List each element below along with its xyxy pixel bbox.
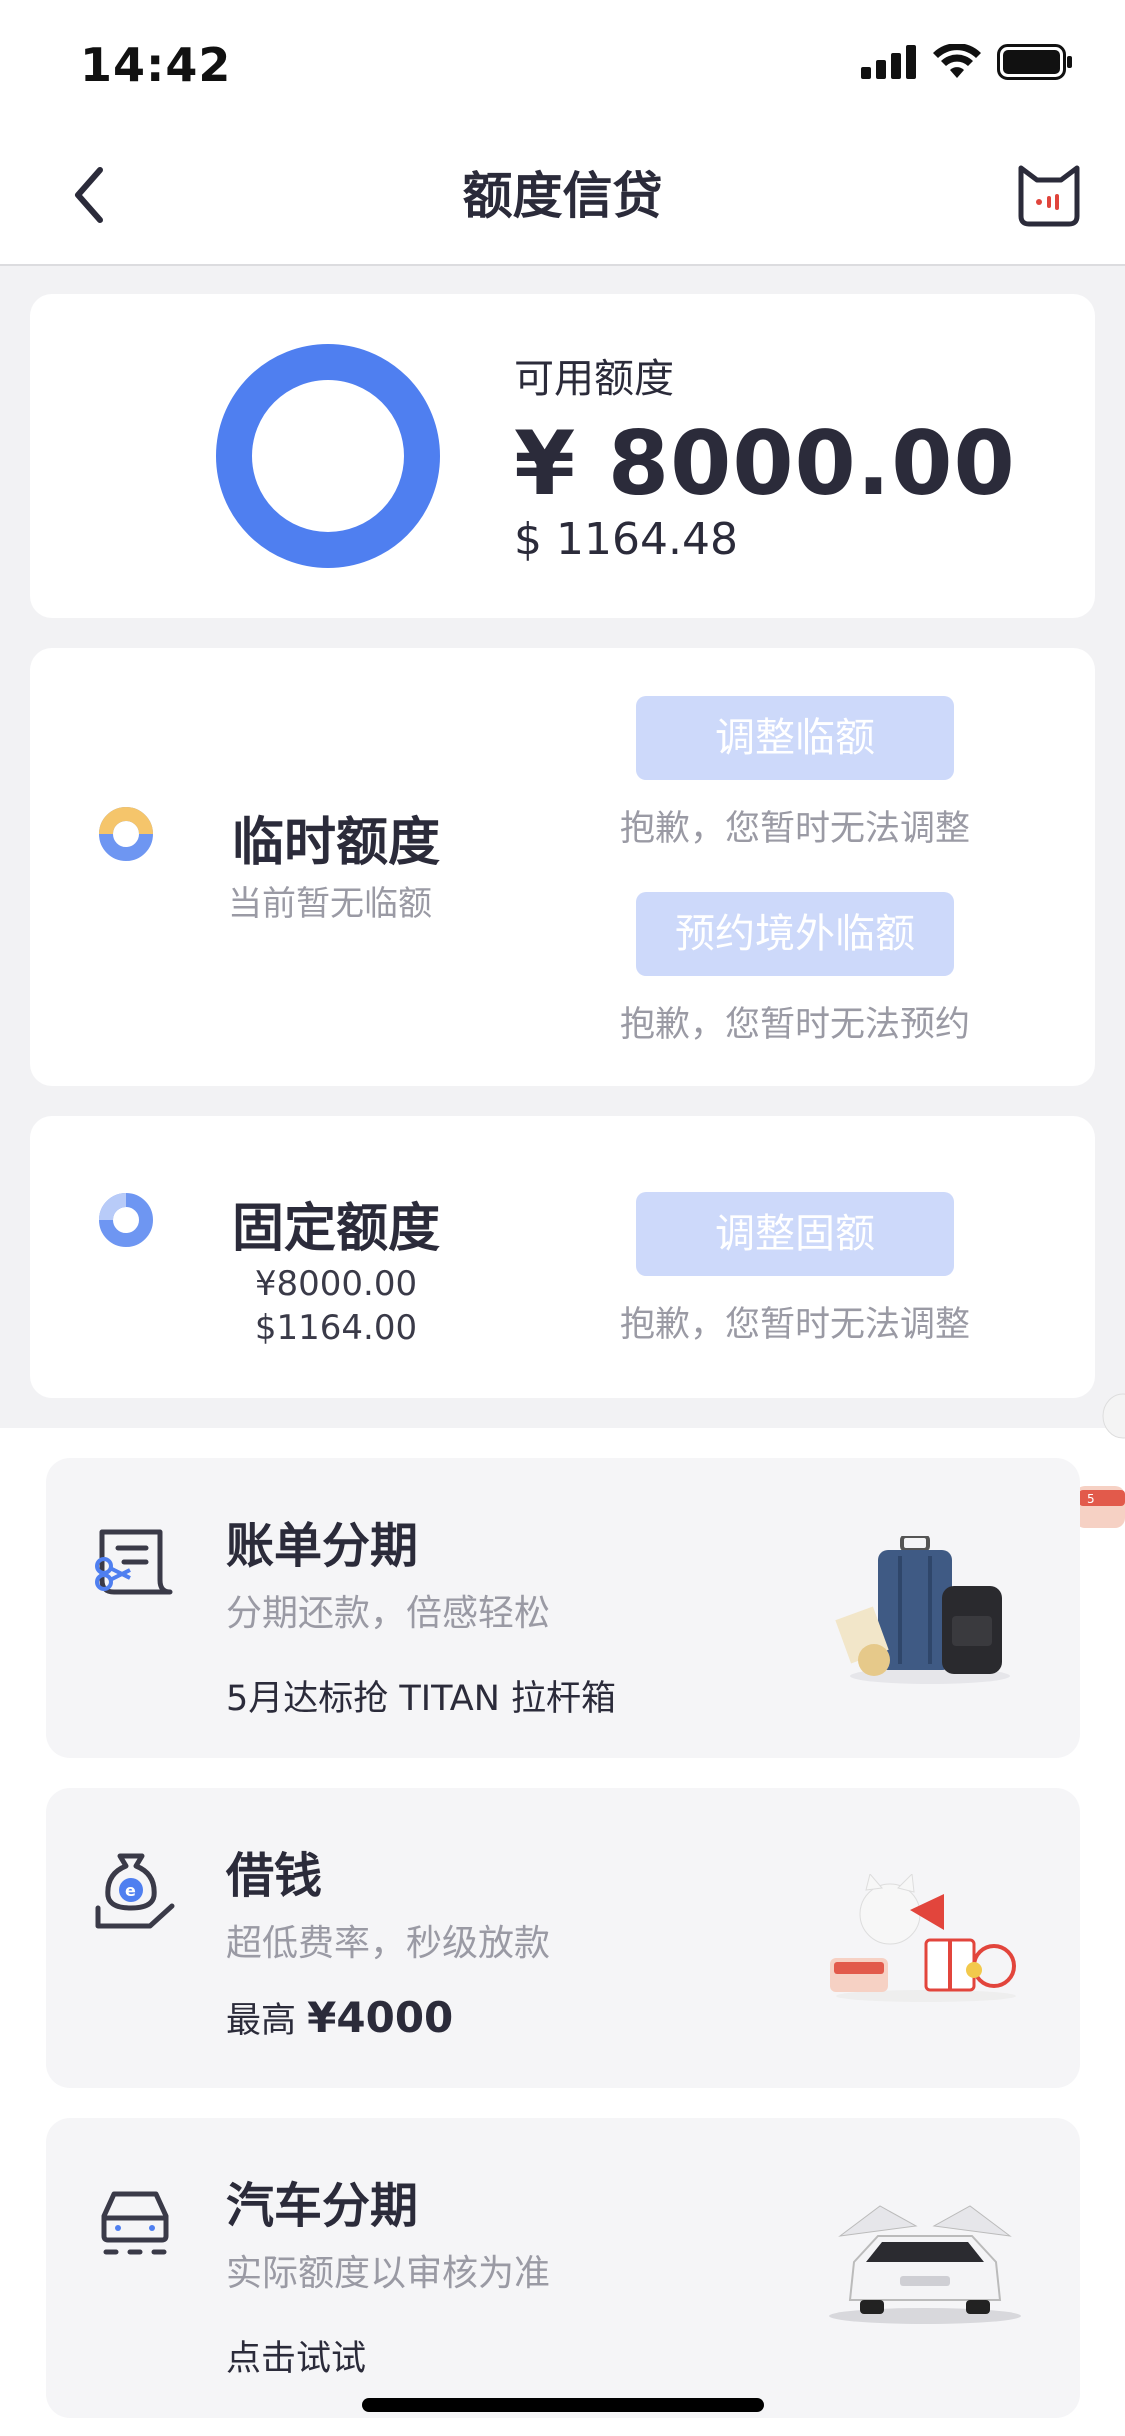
- bill-installment-subtitle: 分期还款，倍感轻松: [226, 1593, 551, 1634]
- status-icons: [861, 44, 1073, 80]
- car-installment-cta: 点击试试: [226, 2339, 367, 2379]
- available-credit-amount: ¥ 8000.00: [514, 412, 1016, 515]
- white-suv-image: [829, 2205, 1021, 2324]
- luggage-image: [835, 1536, 1010, 1684]
- status-time: 14:42: [80, 38, 232, 92]
- customer-service-button[interactable]: [1013, 158, 1085, 230]
- available-credit-usd: $ 1164.48: [514, 514, 738, 565]
- adjust-temp-quota-button[interactable]: 调整临额: [636, 696, 954, 780]
- bill-installment-promo-text: 5月达标抢 TITAN 拉杆箱: [226, 1679, 617, 1719]
- temp-quota-subtitle: 当前暂无临额: [228, 884, 432, 924]
- car-installment-subtitle: 实际额度以审核为准: [226, 2253, 551, 2294]
- adjust-temp-quota-hint: 抱歉，您暂时无法调整: [619, 809, 970, 849]
- borrow-money-title: 借钱: [226, 1848, 323, 1904]
- bill-installment-title: 账单分期: [226, 1518, 419, 1574]
- cat-mascot-icon: [1018, 165, 1080, 227]
- home-indicator: [362, 2398, 764, 2412]
- wifi-icon: [933, 44, 981, 78]
- fixed-quota-donut-icon: [99, 1193, 153, 1247]
- battery-icon: [997, 44, 1072, 80]
- temp-quota-donut-icon: [99, 807, 153, 861]
- borrow-money-limit-amount: ¥4000: [307, 1993, 454, 2042]
- svg-text:e: e: [125, 1881, 136, 1900]
- available-credit-label: 可用额度: [514, 356, 674, 402]
- bill-installment-icon: [95, 1529, 173, 1595]
- fixed-quota-cny: ¥8000.00: [254, 1264, 418, 1304]
- fixed-quota-title: 固定额度: [232, 1199, 441, 1259]
- car-installment-title: 汽车分期: [226, 2178, 419, 2234]
- available-credit-ring: [216, 344, 440, 568]
- reserve-overseas-quota-hint: 抱歉，您暂时无法预约: [619, 1005, 970, 1045]
- cellular-signal-icon: [861, 45, 916, 79]
- fixed-quota-usd: $1164.00: [254, 1308, 418, 1348]
- page-title: 额度信贷: [462, 167, 663, 225]
- car-icon: [101, 2191, 169, 2255]
- temp-quota-title: 临时额度: [232, 813, 441, 873]
- svg-text:5: 5: [1087, 1492, 1095, 1506]
- borrow-money-subtitle: 超低费率，秒级放款: [226, 1923, 551, 1964]
- adjust-fixed-quota-button[interactable]: 调整固额: [636, 1192, 954, 1276]
- mascot-gift-image: [830, 1874, 1016, 2002]
- borrow-money-limit: 最高 ¥4000: [226, 1992, 453, 2043]
- money-bag-hand-icon: e: [95, 1853, 175, 1929]
- adjust-fixed-quota-hint: 抱歉，您暂时无法调整: [619, 1305, 970, 1345]
- borrow-money-limit-prefix: 最高: [226, 2001, 297, 2041]
- reserve-overseas-quota-button[interactable]: 预约境外临额: [636, 892, 954, 976]
